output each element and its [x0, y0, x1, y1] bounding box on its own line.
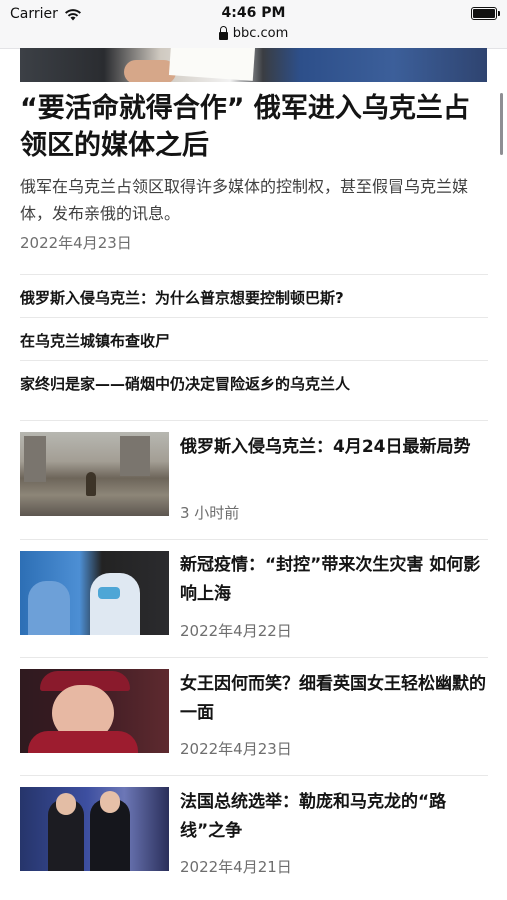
related-link[interactable]: 在乌克兰城镇布查收尸	[20, 317, 488, 360]
hero-image[interactable]	[20, 48, 487, 82]
story-date: 3 小时前	[180, 504, 240, 522]
person-shape	[28, 581, 70, 635]
scrollbar[interactable]	[500, 93, 503, 155]
story-card[interactable]: 新冠疫情：“封控”带来次生灾害 如何影响上海 2022年4月22日	[20, 539, 488, 658]
building-shape	[120, 436, 150, 476]
address-bar[interactable]: bbc.com	[0, 25, 507, 41]
story-thumbnail[interactable]	[20, 669, 169, 753]
face-shape	[100, 791, 120, 813]
story-thumbnail[interactable]	[20, 551, 169, 635]
paper-shape	[168, 48, 256, 81]
battery-icon	[471, 7, 500, 20]
story-card[interactable]: 女王因何而笑？细看英国女王轻松幽默的一面 2022年4月23日	[20, 657, 488, 776]
hero-summary: 俄军在乌克兰占领区取得许多媒体的控制权，甚至假冒乌克兰媒体，发布亲俄的讯息。	[20, 177, 469, 223]
story-title[interactable]: 法国总统选举：勒庞和马克龙的“路线”之争	[180, 788, 490, 846]
story-card[interactable]: 法国总统选举：勒庞和马克龙的“路线”之争 2022年4月21日	[20, 775, 488, 894]
building-shape	[24, 436, 46, 482]
hero-date: 2022年4月23日	[20, 234, 132, 252]
face-shape	[56, 793, 76, 815]
related-link[interactable]: 俄罗斯入侵乌克兰：为什么普京想要控制顿巴斯?	[20, 274, 488, 317]
hero-headline[interactable]: “要活命就得合作” 俄军进入乌克兰占领区的媒体之后	[20, 90, 490, 164]
coat-shape	[28, 731, 138, 753]
story-title[interactable]: 俄罗斯入侵乌克兰：4月24日最新局势	[180, 433, 490, 462]
lock-icon	[218, 25, 228, 40]
story-date: 2022年4月23日	[180, 740, 292, 758]
story-thumbnail[interactable]	[20, 787, 169, 871]
related-link[interactable]: 家终归是家——硝烟中仍决定冒险返乡的乌克兰人	[20, 360, 488, 403]
clock: 4:46 PM	[221, 5, 286, 21]
soldier-shape	[86, 472, 96, 496]
url-text[interactable]: bbc.com	[233, 26, 289, 41]
story-date: 2022年4月21日	[180, 858, 292, 876]
story-title[interactable]: 女王因何而笑？细看英国女王轻松幽默的一面	[180, 670, 490, 728]
story-thumbnail[interactable]	[20, 432, 169, 516]
story-date: 2022年4月22日	[180, 622, 292, 640]
story-title[interactable]: 新冠疫情：“封控”带来次生灾害 如何影响上海	[180, 551, 490, 609]
status-bar: Carrier 4:46 PM bbc.com	[0, 0, 507, 49]
story-card[interactable]: 俄罗斯入侵乌克兰：4月24日最新局势 3 小时前	[20, 420, 488, 539]
mask-shape	[98, 587, 120, 599]
person-shape	[90, 573, 140, 635]
